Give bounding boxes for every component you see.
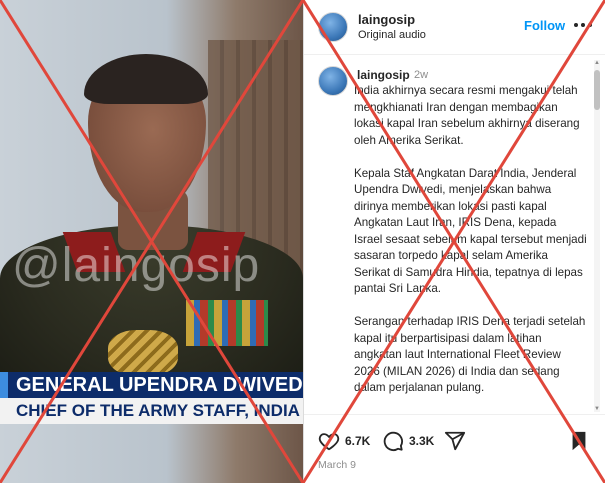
medal-ribbons <box>186 300 268 346</box>
video-watermark: @laingosip <box>12 239 261 292</box>
comment-icon <box>383 431 403 452</box>
caption-paragraph: India akhirnya secara resmi mengakui tel… <box>354 84 580 147</box>
post-header: laingosip Original audio Follow <box>304 0 605 55</box>
lower-third-name: GENERAL UPENDRA DWIVEDI, <box>0 372 303 398</box>
post-media[interactable]: @laingosip GENERAL UPENDRA DWIVEDI, CHIE… <box>0 0 303 483</box>
save-button[interactable] <box>568 429 590 453</box>
scroll-thumb[interactable] <box>594 70 600 110</box>
comment-button[interactable]: 3.3K <box>382 429 434 453</box>
bookmark-icon <box>572 431 586 451</box>
caption-paragraph: Serangan terhadap IRIS Dena terjadi sete… <box>354 315 586 394</box>
post-side-panel: laingosip Original audio Follow laingosi… <box>303 0 605 483</box>
lower-third-title: CHIEF OF THE ARMY STAFF, INDIA <box>0 398 303 424</box>
officer-hair <box>84 54 208 104</box>
aiguillette-braid <box>108 330 178 376</box>
news-lower-third: GENERAL UPENDRA DWIVEDI, CHIEF OF THE AR… <box>0 372 303 428</box>
share-icon <box>444 431 466 451</box>
like-count: 6.7K <box>345 434 371 448</box>
scroll-down-arrow-icon[interactable]: ▼ <box>594 406 600 412</box>
action-bar: 6.7K 3.3K March 9 <box>304 414 605 483</box>
like-button[interactable]: 6.7K <box>318 429 370 453</box>
share-button[interactable] <box>444 429 466 453</box>
caption-username[interactable]: laingosip <box>357 68 410 82</box>
avatar[interactable] <box>318 12 348 42</box>
video-frame[interactable]: @laingosip GENERAL UPENDRA DWIVEDI, CHIE… <box>0 0 303 483</box>
caption-area[interactable]: laingosip 2w India akhirnya secara resmi… <box>304 56 605 414</box>
comment-count: 3.3K <box>409 434 435 448</box>
more-horizontal-icon[interactable] <box>572 16 594 34</box>
caption-timestamp: 2w <box>414 69 429 81</box>
caption-scrollbar[interactable]: ▲ ▼ <box>594 60 600 412</box>
scroll-up-arrow-icon[interactable]: ▲ <box>594 60 600 66</box>
follow-button[interactable]: Follow <box>524 18 565 33</box>
post-date[interactable]: March 9 <box>318 459 356 471</box>
caption-avatar[interactable] <box>318 66 348 96</box>
caption-paragraph: Kepala Staf Angkatan Darat India, Jender… <box>354 166 587 296</box>
header-username[interactable]: laingosip <box>358 12 415 27</box>
original-audio-link[interactable]: Original audio <box>358 29 426 41</box>
heart-icon <box>318 433 340 451</box>
caption-text: India akhirnya secara resmi mengakui tel… <box>354 83 587 413</box>
